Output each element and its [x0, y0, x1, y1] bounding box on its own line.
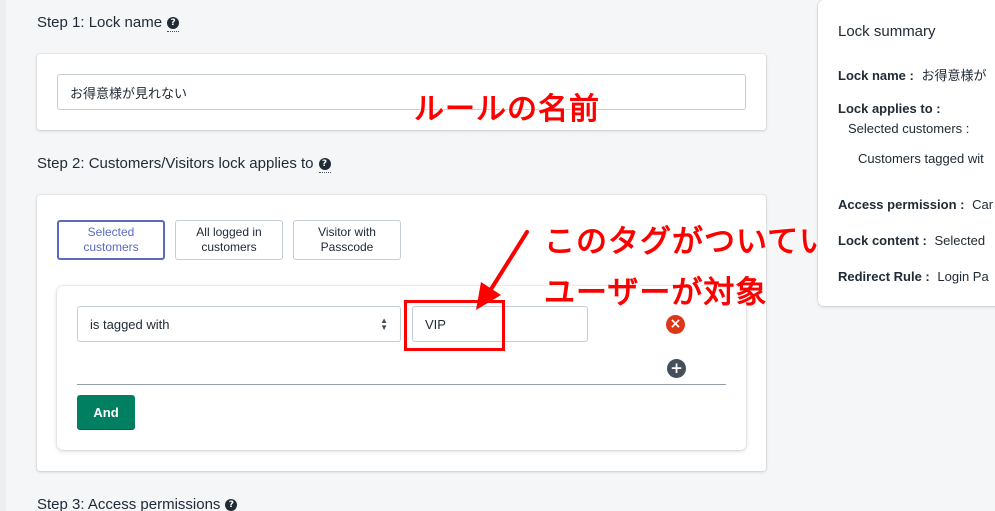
summary-lock-name-label: Lock name : [838, 68, 914, 83]
lock-name-card: お得意様が見れない [37, 54, 766, 130]
question-circle-icon: ? [167, 17, 180, 29]
summary-applies-value: Selected customers : [848, 121, 970, 136]
annotation-arrow-icon [476, 230, 529, 310]
question-circle-icon: ? [225, 499, 238, 511]
left-gutter [0, 0, 6, 511]
option-all-logged-in[interactable]: All logged in customers [175, 220, 283, 260]
option-selected-customers[interactable]: Selected customers [57, 220, 165, 260]
option-label: Visitor with Passcode [318, 225, 376, 254]
option-label: All logged in customers [196, 225, 262, 254]
step3-heading: Step 3: Access permissions ? [37, 494, 238, 511]
summary-lock-name-value: お得意様が [921, 68, 987, 83]
operator-value: is tagged with [90, 316, 170, 332]
lock-name-value: お得意様が見れない [70, 85, 188, 101]
summary-applies-detail: Customers tagged wit [858, 151, 984, 166]
condition-divider [77, 384, 726, 385]
annotation-rule-name: ルールの名前 [414, 92, 600, 127]
summary-applies-label-text: Lock applies to : [838, 101, 941, 116]
step2-heading: Step 2: Customers/Visitors lock applies … [37, 153, 331, 173]
step1-title: Step 1: Lock name [37, 13, 163, 31]
step3-title: Step 3: Access permissions [37, 495, 221, 511]
add-condition-icon[interactable]: + [667, 359, 686, 378]
summary-applies-label: Lock applies to : [838, 101, 941, 116]
summary-access: Access permission : Car [838, 197, 993, 212]
summary-content-value: Selected [934, 233, 986, 248]
step1-help[interactable]: ? [167, 12, 180, 32]
summary-content-label: Lock content : [838, 233, 927, 248]
operator-select[interactable]: is tagged with ▲ ▼ [77, 306, 401, 342]
lock-name-input[interactable]: お得意様が見れない [57, 74, 746, 110]
summary-content: Lock content : Selected [838, 233, 985, 248]
summary-redirect-label: Redirect Rule : [838, 269, 930, 284]
summary-title: Lock summary [838, 23, 936, 40]
option-label: Selected customers [83, 225, 139, 254]
summary-access-value: Car [972, 197, 994, 212]
step2-title: Step 2: Customers/Visitors lock applies … [37, 154, 314, 172]
option-visitor-passcode[interactable]: Visitor with Passcode [293, 220, 401, 260]
lock-summary-card: Lock summary Lock name : お得意様が Lock appl… [818, 0, 995, 306]
select-arrows-icon: ▲ ▼ [380, 316, 388, 332]
question-circle-icon: ? [318, 158, 331, 170]
summary-redirect-value: Login Pa [937, 269, 989, 284]
step2-help[interactable]: ? [318, 153, 331, 173]
remove-condition-icon[interactable]: × [666, 315, 685, 334]
step1-heading: Step 1: Lock name ? [37, 12, 180, 32]
annotation-tag-line1: このタグがついている [544, 224, 864, 260]
annotation-tag-line2: ユーザーが対象 [544, 275, 768, 311]
and-button[interactable]: And [77, 395, 135, 430]
summary-redirect: Redirect Rule : Login Pa [838, 269, 989, 284]
summary-lock-name: Lock name : お得意様が [838, 65, 987, 84]
step3-help[interactable]: ? [225, 494, 238, 511]
summary-access-label: Access permission : [838, 197, 965, 212]
